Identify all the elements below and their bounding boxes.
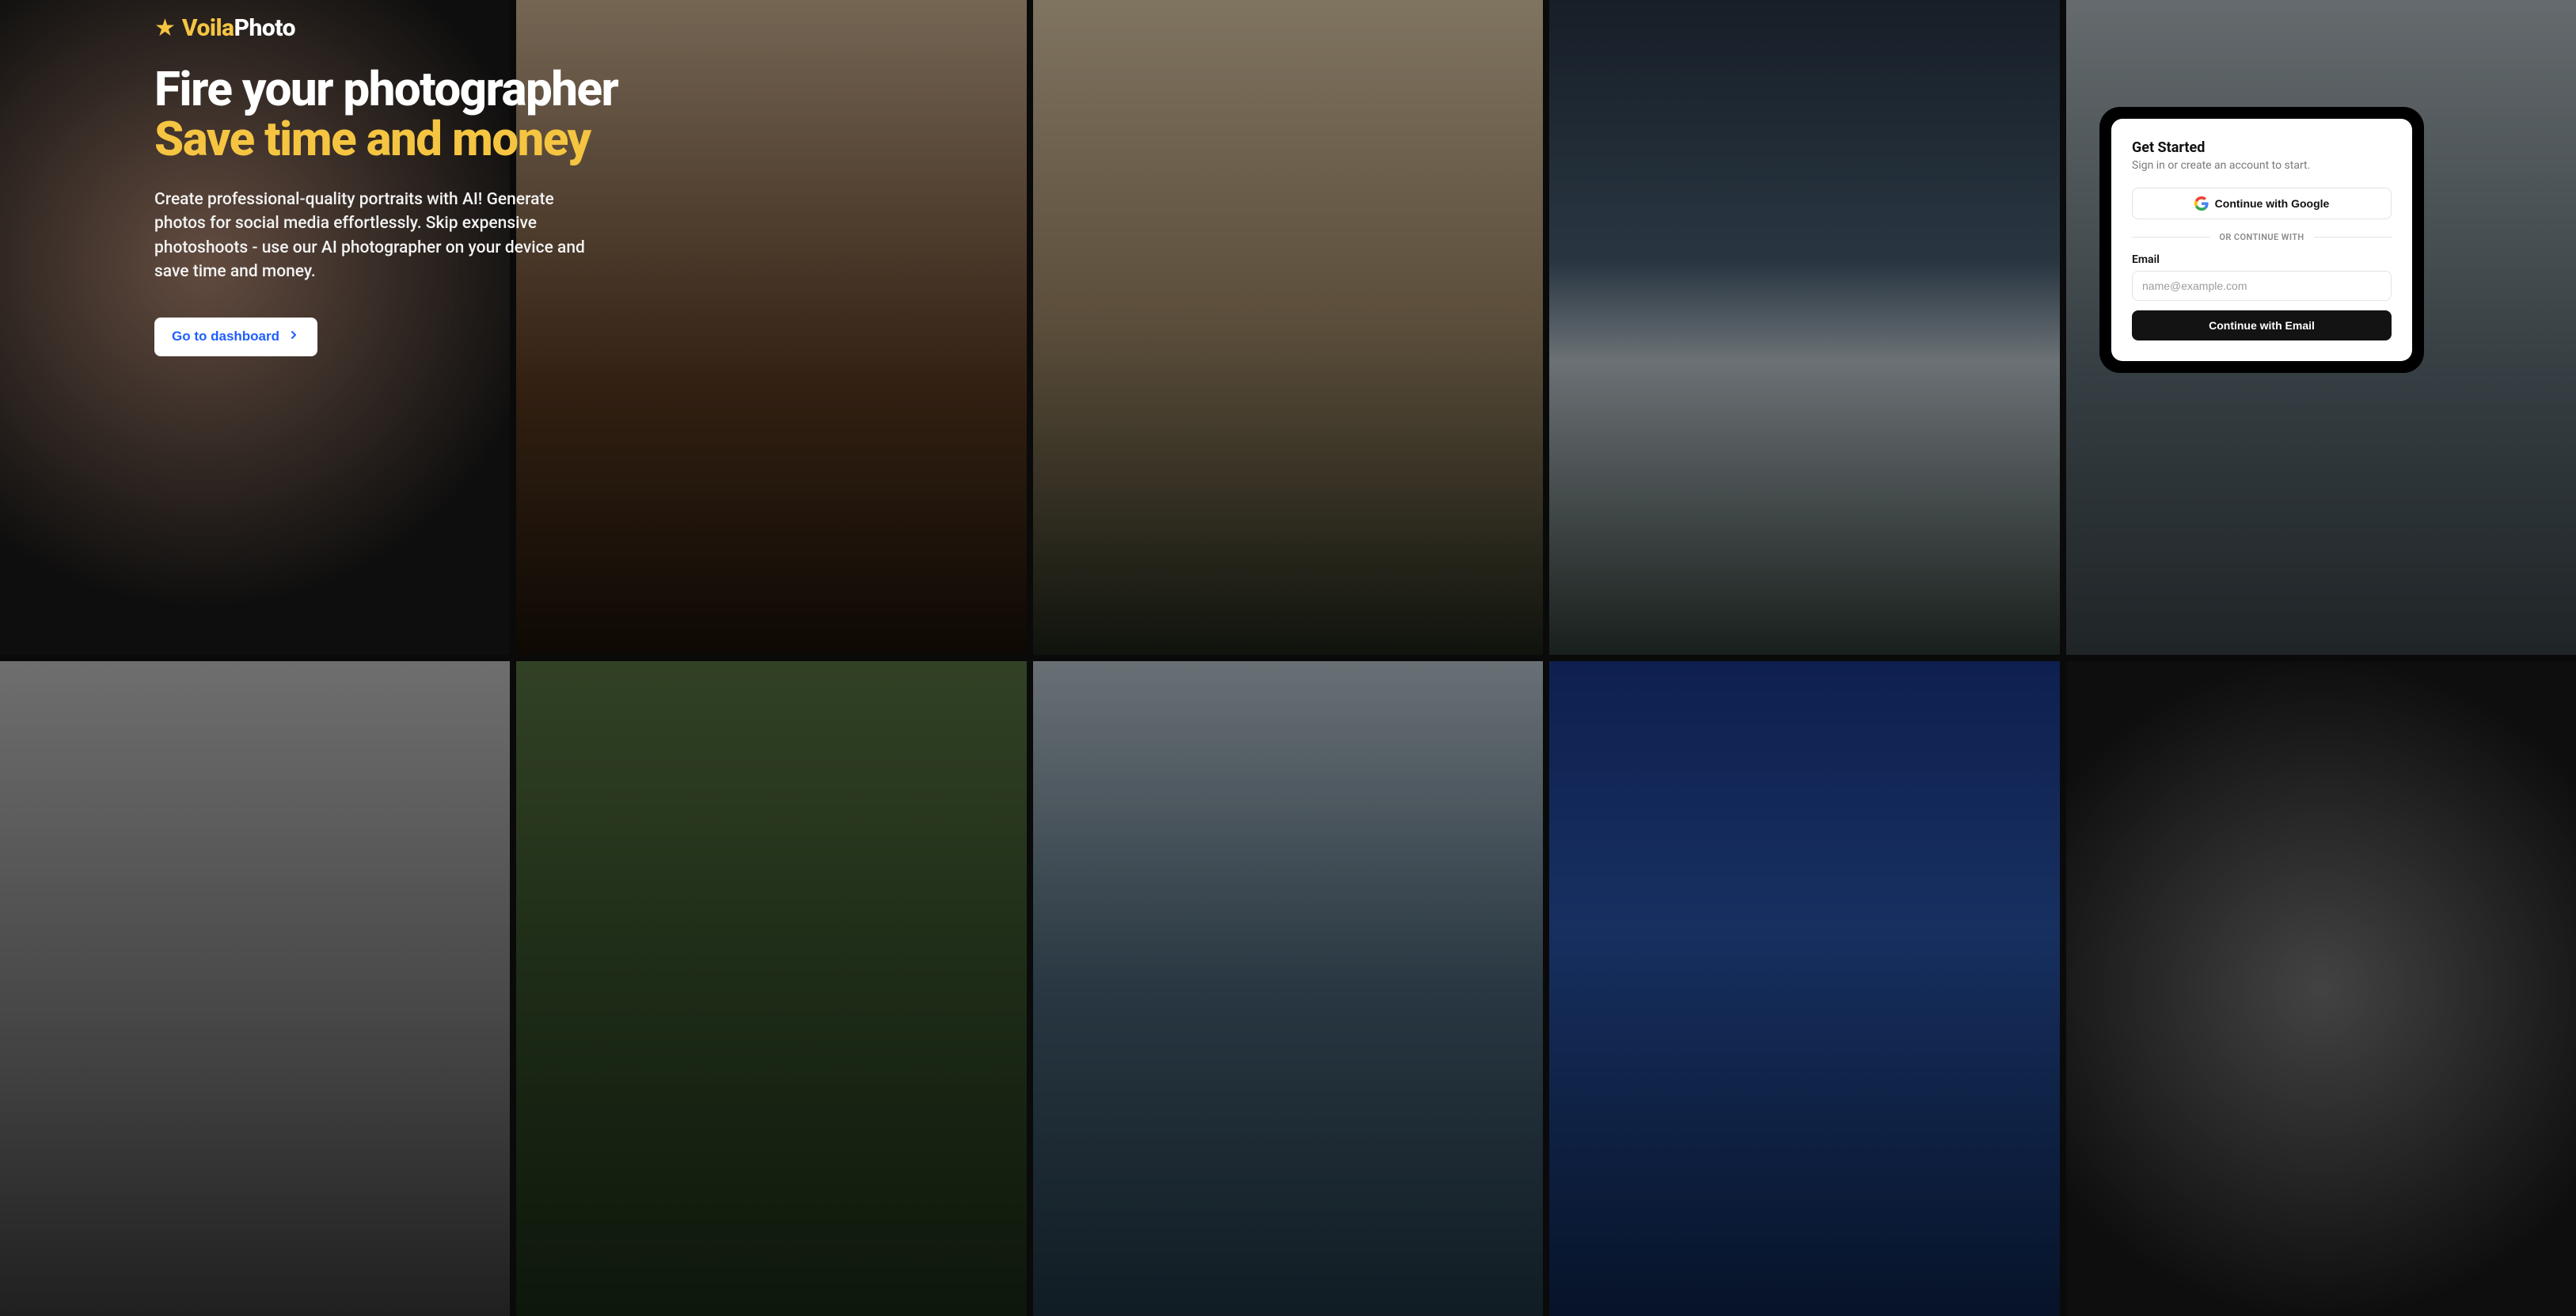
signin-title: Get Started (2132, 139, 2392, 156)
chevron-right-icon (287, 329, 300, 345)
continue-with-google-button[interactable]: Continue with Google (2132, 188, 2392, 219)
bg-tile (516, 661, 1026, 1316)
signin-subtitle: Sign in or create an account to start. (2132, 159, 2392, 172)
continue-with-email-button[interactable]: Continue with Email (2132, 310, 2392, 340)
signin-card-frame: Get Started Sign in or create an account… (2099, 107, 2424, 373)
star-icon: ★ (154, 17, 176, 40)
or-divider: OR CONTINUE WITH (2132, 232, 2392, 242)
bg-tile (1033, 661, 1543, 1316)
brand-logo: ★ VoilaPhoto (154, 14, 617, 42)
signin-card: Get Started Sign in or create an account… (2111, 119, 2412, 361)
email-input[interactable] (2132, 271, 2392, 301)
hero-headline: Fire your photographer Save time and mon… (154, 64, 617, 164)
bg-tile (1033, 0, 1543, 655)
email-label: Email (2132, 253, 2392, 266)
go-to-dashboard-button[interactable]: Go to dashboard (154, 318, 317, 356)
bg-tile (0, 661, 510, 1316)
headline-line2: Save time and money (154, 114, 617, 164)
brand-text: VoilaPhoto (182, 14, 295, 42)
email-button-label: Continue with Email (2209, 319, 2315, 332)
hero-subtext: Create professional-quality portraits wi… (154, 188, 598, 284)
brand-photo: Photo (234, 14, 295, 42)
bg-tile (1549, 0, 2059, 655)
bg-tile (1549, 661, 2059, 1316)
dashboard-button-label: Go to dashboard (172, 329, 279, 344)
divider-text: OR CONTINUE WITH (2219, 232, 2304, 242)
google-button-label: Continue with Google (2215, 197, 2330, 210)
google-icon (2194, 196, 2209, 211)
hero-section: ★ VoilaPhoto Fire your photographer Save… (154, 14, 617, 356)
headline-line1: Fire your photographer (154, 64, 617, 114)
bg-tile (2066, 661, 2576, 1316)
brand-voila: Voila (182, 14, 234, 42)
